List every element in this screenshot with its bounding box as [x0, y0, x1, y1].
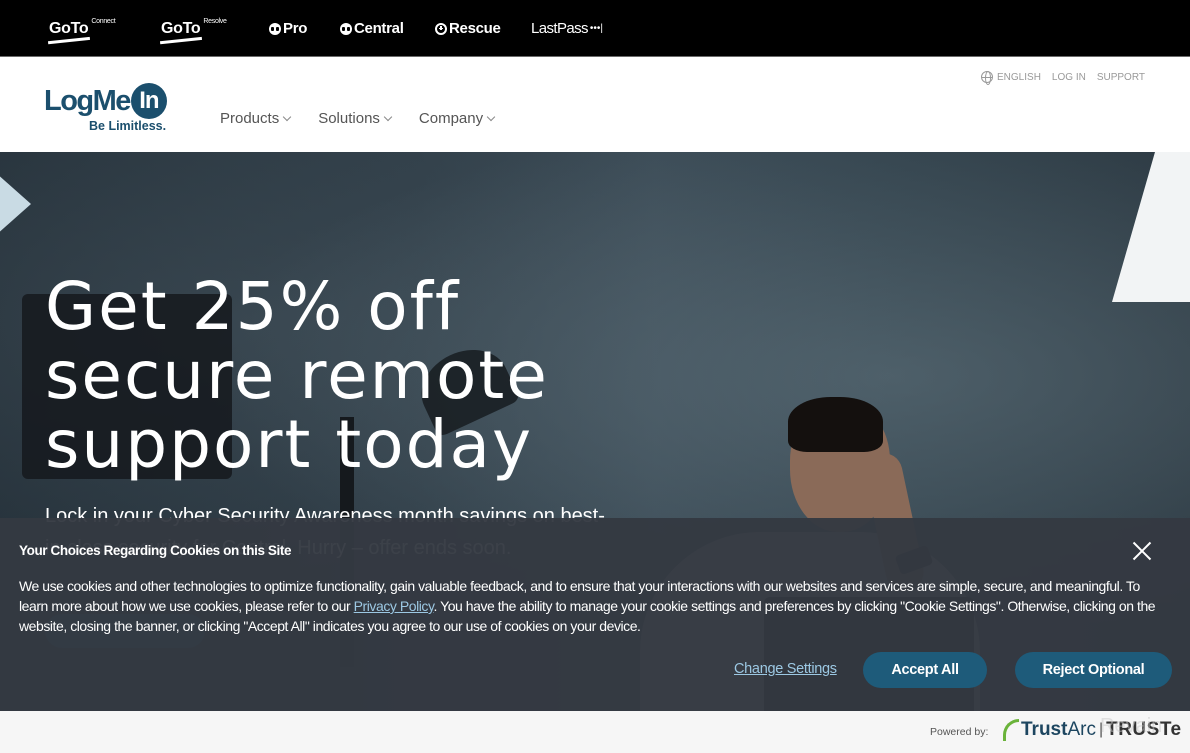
- site-header: LogMe In Be Limitless. Products Solution…: [0, 57, 1190, 152]
- logo-in-badge: In: [130, 83, 167, 119]
- change-settings-link[interactable]: Change Settings: [734, 661, 837, 677]
- brand-sub-label: Connect: [91, 18, 116, 25]
- language-selector[interactable]: ENGLISH: [997, 72, 1041, 83]
- nav-label: Products: [220, 110, 280, 127]
- pro-logo-icon: [269, 22, 281, 35]
- logo-wordmark: LogMe: [44, 84, 131, 117]
- reject-optional-button[interactable]: Reject Optional: [1015, 652, 1172, 688]
- chevron-down-icon: [383, 112, 393, 121]
- brand-label: Pro: [283, 20, 308, 37]
- nav-label: Company: [418, 110, 484, 127]
- goto-logo: GoTo: [49, 19, 89, 37]
- powered-by-label: Powered by:: [930, 726, 989, 738]
- cookie-consent-banner: Your Choices Regarding Cookies on this S…: [0, 518, 1190, 711]
- brand-label: Rescue: [449, 20, 501, 37]
- brand-sub-label: Resolve: [203, 18, 227, 25]
- cookie-banner-title: Your Choices Regarding Cookies on this S…: [19, 543, 292, 558]
- main-nav: Products Solutions Company: [220, 110, 522, 127]
- chevron-down-icon: [486, 112, 496, 121]
- brand-rescue[interactable]: Rescue: [435, 0, 501, 57]
- nav-label: Solutions: [318, 110, 380, 127]
- brand-goto-connect[interactable]: GoTo Connect: [49, 0, 116, 57]
- brand-label: LastPass: [531, 20, 589, 37]
- globe-icon: [981, 71, 994, 85]
- hero-title: Get 25% off secure remote support today: [45, 268, 549, 483]
- lastpass-dots-icon: •••|: [589, 23, 604, 34]
- brand-label: Central: [354, 20, 404, 37]
- logmein-logo[interactable]: LogMe In Be Limitless.: [44, 83, 167, 133]
- accept-all-button[interactable]: Accept All: [863, 652, 987, 688]
- nav-company[interactable]: Company: [418, 110, 496, 127]
- login-link[interactable]: LOG IN: [1052, 72, 1086, 83]
- nav-solutions[interactable]: Solutions: [318, 110, 393, 127]
- brand-central[interactable]: Central: [340, 0, 404, 57]
- goto-logo: GoTo: [161, 19, 201, 37]
- cookie-actions: Change Settings Accept All Reject Option…: [0, 652, 1190, 688]
- chevron-down-icon: [282, 112, 292, 121]
- decorative-arrow-icon: [0, 172, 31, 236]
- trustarc-swoosh-icon: [1003, 719, 1019, 741]
- privacy-policy-link[interactable]: Privacy Policy: [354, 598, 434, 614]
- brand-goto-resolve[interactable]: GoTo Resolve: [161, 0, 227, 57]
- support-link[interactable]: SUPPORT: [1097, 72, 1145, 83]
- utility-nav: ENGLISH LOG IN SUPPORT: [981, 71, 1145, 85]
- trustarc-word: Trust: [1021, 719, 1068, 740]
- brand-lastpass[interactable]: LastPass •••|: [531, 0, 603, 57]
- powered-by-footer: Powered by: Trust Arc | TRUSTe Revain: [0, 711, 1190, 753]
- close-icon[interactable]: [1130, 539, 1154, 563]
- nav-products[interactable]: Products: [220, 110, 292, 127]
- rescue-logo-icon: [435, 22, 447, 35]
- logo-tagline: Be Limitless.: [89, 119, 167, 133]
- product-brand-bar: GoTo Connect GoTo Resolve Pro Central Re…: [0, 0, 1190, 57]
- watermark: Revain: [1100, 715, 1163, 737]
- central-logo-icon: [340, 22, 352, 35]
- hero-image-hair: [788, 397, 883, 452]
- cookie-banner-text: We use cookies and other technologies to…: [19, 576, 1169, 636]
- trustarc-arc-word: Arc: [1067, 719, 1096, 740]
- brand-pro[interactable]: Pro: [269, 0, 307, 57]
